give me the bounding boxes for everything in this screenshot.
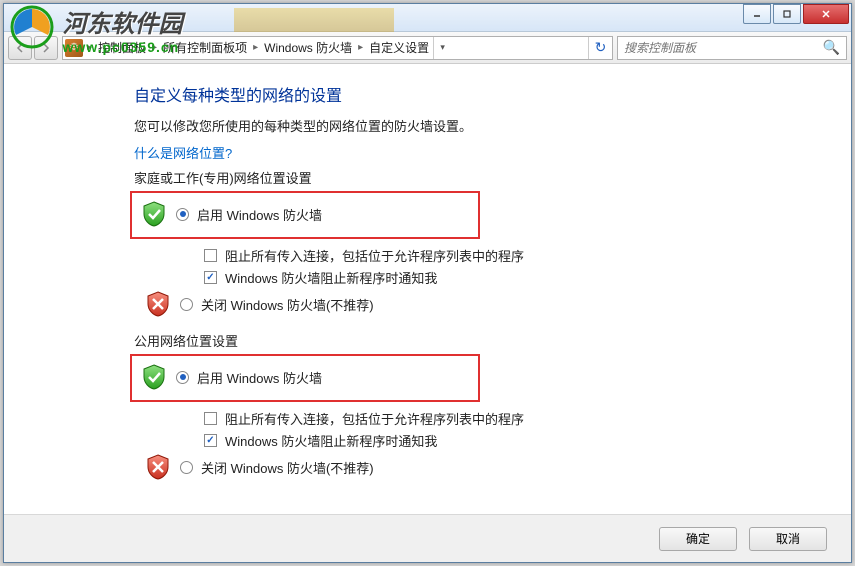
ok-button[interactable]: 确定: [659, 527, 737, 551]
checkbox-block-private[interactable]: [204, 249, 217, 262]
address-bar: ⚙ ▸ 控制面板 ▸ 所有控制面板项 ▸ Windows 防火墙 ▸ 自定义设置…: [4, 32, 851, 64]
private-section-label: 家庭或工作(专用)网络位置设置: [134, 168, 851, 187]
cancel-button[interactable]: 取消: [749, 527, 827, 551]
footer: 确定 取消: [4, 514, 851, 562]
enable-label: 启用 Windows 防火墙: [197, 205, 322, 224]
titlebar-decoration: [234, 8, 394, 32]
chevron-right-icon: ▸: [85, 42, 94, 53]
breadcrumb-seg[interactable]: 所有控制面板项: [159, 39, 251, 56]
public-section-label: 公用网络位置设置: [134, 331, 851, 350]
nav-back-button[interactable]: [8, 36, 32, 60]
control-panel-icon: ⚙: [65, 39, 83, 57]
maximize-button[interactable]: [773, 4, 801, 24]
shield-on-icon: [140, 200, 168, 228]
page-description: 您可以修改您所使用的每种类型的网络位置的防火墙设置。: [134, 116, 851, 135]
notify-label: Windows 防火墙阻止新程序时通知我: [225, 431, 437, 450]
network-location-link[interactable]: 什么是网络位置?: [134, 143, 851, 162]
checkbox-block-public[interactable]: [204, 412, 217, 425]
radio-disable-public[interactable]: [180, 461, 193, 474]
disable-label: 关闭 Windows 防火墙(不推荐): [201, 295, 374, 314]
checkbox-notify-public[interactable]: ✓: [204, 434, 217, 447]
shield-off-icon: [144, 290, 172, 318]
minimize-button[interactable]: [743, 4, 771, 24]
breadcrumb[interactable]: ⚙ ▸ 控制面板 ▸ 所有控制面板项 ▸ Windows 防火墙 ▸ 自定义设置…: [62, 36, 613, 60]
block-label: 阻止所有传入连接，包括位于允许程序列表中的程序: [225, 409, 524, 428]
shield-on-icon: [140, 363, 168, 391]
search-input[interactable]: [624, 41, 823, 55]
disable-label: 关闭 Windows 防火墙(不推荐): [201, 458, 374, 477]
breadcrumb-seg[interactable]: 控制面板: [94, 39, 150, 56]
radio-enable-public[interactable]: [176, 371, 189, 384]
shield-off-icon: [144, 453, 172, 481]
nav-forward-button[interactable]: [34, 36, 58, 60]
chevron-right-icon: ▸: [356, 42, 365, 53]
titlebar: [4, 4, 851, 32]
radio-disable-private[interactable]: [180, 298, 193, 311]
chevron-right-icon: ▸: [251, 42, 260, 53]
checkbox-notify-private[interactable]: ✓: [204, 271, 217, 284]
content-area: 自定义每种类型的网络的设置 您可以修改您所使用的每种类型的网络位置的防火墙设置。…: [4, 64, 851, 481]
search-icon[interactable]: 🔍: [823, 39, 840, 56]
breadcrumb-dropdown[interactable]: ▾: [433, 37, 451, 59]
window-controls: [741, 4, 849, 24]
notify-label: Windows 防火墙阻止新程序时通知我: [225, 268, 437, 287]
radio-enable-private[interactable]: [176, 208, 189, 221]
page-title: 自定义每种类型的网络的设置: [134, 82, 851, 106]
window: ⚙ ▸ 控制面板 ▸ 所有控制面板项 ▸ Windows 防火墙 ▸ 自定义设置…: [3, 3, 852, 563]
highlight-box-private: 启用 Windows 防火墙: [130, 191, 480, 239]
enable-label: 启用 Windows 防火墙: [197, 368, 322, 387]
chevron-right-icon: ▸: [150, 42, 159, 53]
block-label: 阻止所有传入连接，包括位于允许程序列表中的程序: [225, 246, 524, 265]
close-button[interactable]: [803, 4, 849, 24]
highlight-box-public: 启用 Windows 防火墙: [130, 354, 480, 402]
breadcrumb-seg[interactable]: 自定义设置: [365, 39, 433, 56]
refresh-button[interactable]: ↻: [588, 37, 612, 59]
search-box[interactable]: 🔍: [617, 36, 847, 60]
breadcrumb-seg[interactable]: Windows 防火墙: [260, 39, 356, 56]
